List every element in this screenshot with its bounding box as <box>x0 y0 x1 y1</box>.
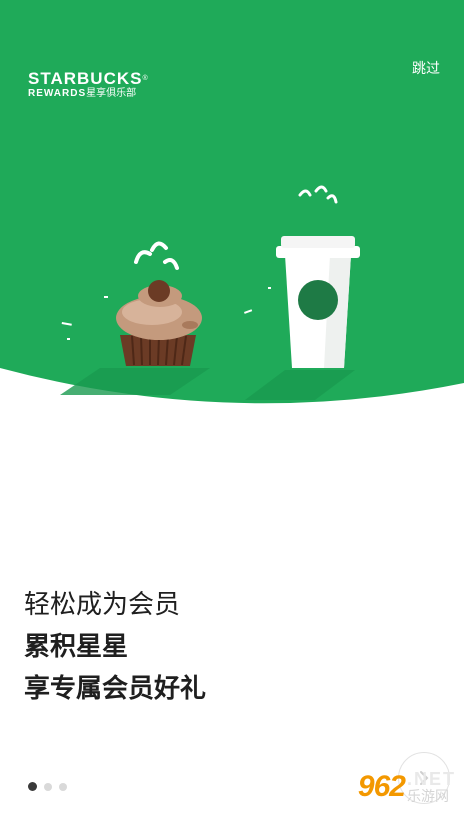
watermark-net: .NET <box>406 769 456 789</box>
brand-sub: REWARDS <box>28 88 87 99</box>
page-dot-3[interactable] <box>59 782 67 791</box>
page-dot-1[interactable] <box>28 782 37 791</box>
skip-button[interactable]: 跳过 <box>412 58 440 78</box>
page-dot-2[interactable] <box>44 782 52 791</box>
watermark: 962 .NET 乐游网 <box>358 770 456 804</box>
starbucks-rewards-logo: STARBUCKS® REWARDS星享俱乐部 <box>28 69 149 100</box>
watermark-logo: 962 <box>357 770 406 803</box>
headline-line-1: 轻松成为会员 <box>24 590 181 620</box>
watermark-cn: 乐游网 <box>406 789 449 805</box>
brand-name: STARBUCKS <box>28 69 143 88</box>
onboarding-headline: 轻松成为会员 累积星星 享专属会员好礼 <box>24 584 206 710</box>
headline-line-2: 累积星星 <box>24 632 129 662</box>
onboarding-screen: STARBUCKS® REWARDS星享俱乐部 跳过 轻松成为会员 累积星星 享… <box>0 0 464 825</box>
brand-sub-cn: 星享俱乐部 <box>86 88 137 99</box>
hero-illustration <box>0 0 464 410</box>
page-indicator <box>28 782 67 791</box>
headline-line-3: 享专属会员好礼 <box>24 674 207 704</box>
